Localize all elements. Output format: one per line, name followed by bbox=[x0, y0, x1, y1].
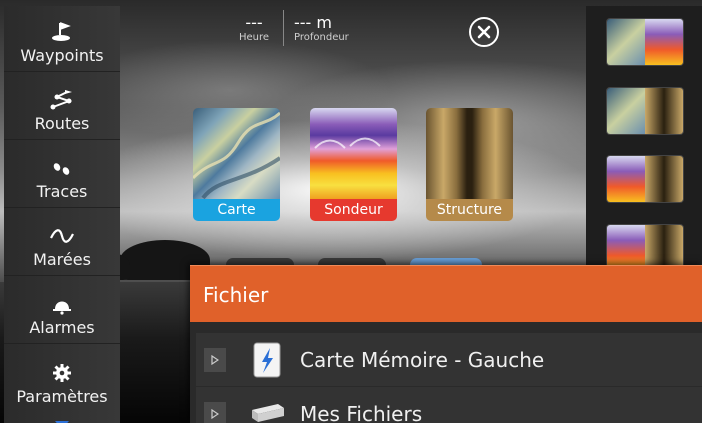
file-panel: Fichier Carte Mémoire - Gauche Mes Fichi… bbox=[190, 265, 702, 423]
sidebar-item-alarmes[interactable]: Alarmes bbox=[4, 278, 120, 344]
file-item-name: Mes Fichiers bbox=[300, 402, 423, 423]
sidebar-item-label: Waypoints bbox=[20, 46, 104, 65]
file-panel-title: Fichier bbox=[203, 283, 269, 307]
trail-icon bbox=[49, 157, 75, 179]
file-list-item[interactable]: Mes Fichiers bbox=[196, 387, 702, 423]
depth-label: Profondeur bbox=[294, 32, 349, 43]
depth-readout: --- m Profondeur bbox=[294, 13, 358, 44]
structure-scan-thumbnail bbox=[426, 108, 513, 199]
chart-thumbnail bbox=[193, 108, 280, 200]
app-tile-structure[interactable]: Structure bbox=[426, 108, 513, 221]
sidebar-item-waypoints[interactable]: Waypoints bbox=[4, 6, 120, 72]
sidebar-item-traces[interactable]: Traces bbox=[4, 142, 120, 208]
time-readout: --- Heure bbox=[228, 13, 280, 44]
expand-icon[interactable] bbox=[204, 402, 226, 423]
sidebar-item-routes[interactable]: Routes bbox=[4, 74, 120, 140]
app-tile-label: Carte bbox=[193, 199, 280, 221]
app-tile-label: Sondeur bbox=[310, 199, 397, 221]
app-tile-label: Structure bbox=[426, 199, 513, 221]
favorite-sonar-structure[interactable] bbox=[606, 155, 684, 203]
sidebar: Waypoints Routes Traces Marées Alarmes P… bbox=[4, 6, 120, 423]
time-value: --- bbox=[245, 13, 263, 32]
app-tile-carte[interactable]: Carte bbox=[193, 108, 280, 221]
sidebar-item-marees[interactable]: Marées bbox=[4, 210, 120, 276]
alarm-bell-icon bbox=[49, 293, 75, 315]
waypoint-flag-icon bbox=[49, 21, 75, 43]
sidebar-item-label: Traces bbox=[36, 182, 88, 201]
sonar-thumbnail bbox=[310, 108, 397, 199]
file-panel-header: Fichier bbox=[190, 265, 702, 322]
memory-card-icon bbox=[248, 342, 286, 378]
expand-icon[interactable] bbox=[204, 348, 226, 372]
close-icon bbox=[477, 25, 491, 39]
depth-value: --- m bbox=[294, 13, 332, 32]
sidebar-item-label: Paramètres bbox=[16, 387, 108, 406]
file-list: Carte Mémoire - Gauche Mes Fichiers bbox=[196, 333, 702, 423]
readout-divider bbox=[283, 10, 284, 46]
file-list-item[interactable]: Carte Mémoire - Gauche bbox=[196, 333, 702, 387]
sidebar-item-label: Routes bbox=[34, 114, 90, 133]
tide-wave-icon bbox=[49, 225, 75, 247]
gear-icon bbox=[49, 362, 75, 384]
sidebar-item-label: Marées bbox=[33, 250, 91, 269]
favorite-chart-structure[interactable] bbox=[606, 87, 684, 135]
app-tile-sondeur[interactable]: Sondeur bbox=[310, 108, 397, 221]
route-icon bbox=[49, 89, 75, 111]
time-label: Heure bbox=[238, 32, 270, 43]
favorite-chart-sonar[interactable] bbox=[606, 18, 684, 66]
close-button[interactable] bbox=[469, 17, 499, 47]
file-item-name: Carte Mémoire - Gauche bbox=[300, 348, 545, 372]
drive-icon bbox=[248, 396, 286, 423]
sidebar-item-parametres[interactable]: Paramètres bbox=[4, 346, 120, 412]
sidebar-item-label: Alarmes bbox=[29, 318, 95, 337]
scroll-down-indicator-icon[interactable] bbox=[55, 416, 69, 423]
